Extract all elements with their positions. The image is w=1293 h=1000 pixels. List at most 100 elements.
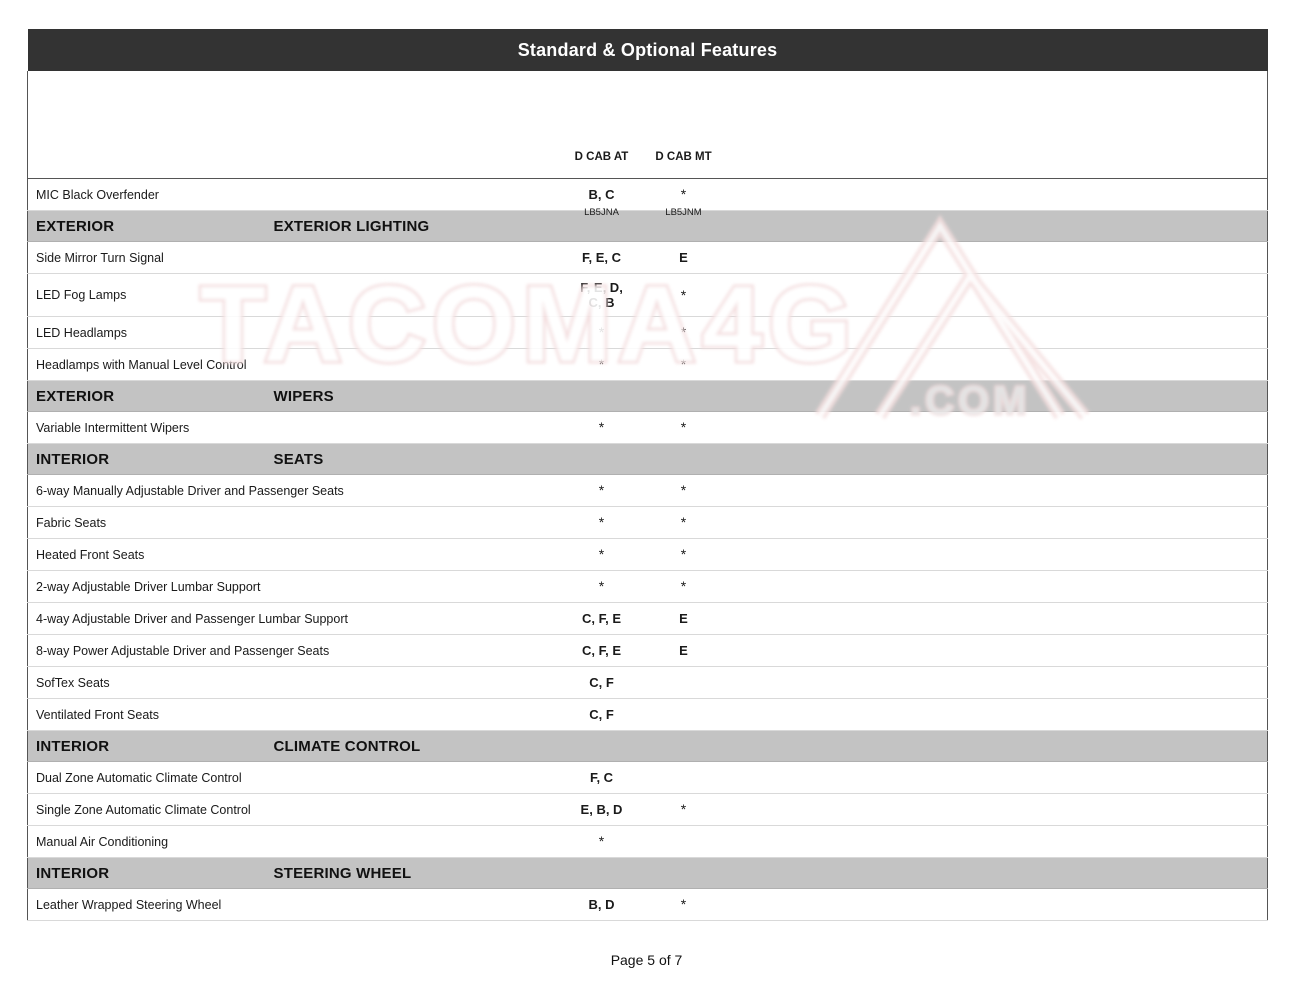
feature-name: Manual Air Conditioning	[27, 825, 562, 858]
feature-value-dcabmt	[641, 666, 726, 699]
feature-value-dcabmt: *	[641, 273, 726, 317]
feature-name: MIC Black Overfender	[27, 178, 562, 211]
feature-value-dcabat: C, F, E	[561, 602, 642, 635]
category-group-label: EXTERIOR	[27, 210, 266, 242]
category-subgroup-label: WIPERS	[265, 380, 1269, 412]
feature-row: 8-way Power Adjustable Driver and Passen…	[27, 634, 1269, 667]
feature-name: 2-way Adjustable Driver Lumbar Support	[27, 570, 562, 603]
feature-value-dcabmt: *	[641, 793, 726, 826]
feature-value-dcabat: B, D	[561, 888, 642, 921]
feature-name: LED Fog Lamps	[27, 273, 562, 317]
feature-value-dcabat: F, C	[561, 761, 642, 794]
feature-row: Ventilated Front Seats C, F	[27, 698, 1269, 731]
feature-row-trailing	[725, 316, 1269, 349]
feature-value-dcabmt	[641, 698, 726, 731]
feature-name: Side Mirror Turn Signal	[27, 241, 562, 274]
category-group-label: INTERIOR	[27, 730, 266, 762]
feature-value-dcabat: C, F	[561, 698, 642, 731]
feature-row-trailing	[725, 825, 1269, 858]
feature-name: Headlamps with Manual Level Control	[27, 348, 562, 381]
feature-name: Dual Zone Automatic Climate Control	[27, 761, 562, 794]
column-header-blank	[27, 71, 562, 179]
feature-row-trailing	[725, 178, 1269, 211]
feature-row-trailing	[725, 666, 1269, 699]
feature-row: LED Fog Lamps F, E, D, C, B *	[27, 273, 1269, 317]
feature-value-dcabat: F, E, C	[561, 241, 642, 274]
feature-row-trailing	[725, 761, 1269, 794]
feature-row-trailing	[725, 602, 1269, 635]
column-header-label: D CAB AT	[574, 151, 629, 163]
feature-row: 6-way Manually Adjustable Driver and Pas…	[27, 474, 1269, 507]
category-group-label: INTERIOR	[27, 443, 266, 475]
feature-row: LED Headlamps * *	[27, 316, 1269, 349]
category-subgroup-label: SEATS	[265, 443, 1269, 475]
feature-row-trailing	[725, 273, 1269, 317]
feature-value-dcabmt	[641, 825, 726, 858]
feature-row: 2-way Adjustable Driver Lumbar Support * *	[27, 570, 1269, 603]
feature-value-dcabmt: *	[641, 348, 726, 381]
feature-row-trailing	[725, 698, 1269, 731]
feature-name: Heated Front Seats	[27, 538, 562, 571]
category-group-label: EXTERIOR	[27, 380, 266, 412]
feature-row: Headlamps with Manual Level Control * *	[27, 348, 1269, 381]
document-title: Standard & Optional Features	[27, 29, 1268, 71]
feature-name: Ventilated Front Seats	[27, 698, 562, 731]
page-footer: Page 5 of 7	[610, 952, 683, 968]
feature-value-dcabat: *	[561, 825, 642, 858]
feature-name: 4-way Adjustable Driver and Passenger Lu…	[27, 602, 562, 635]
feature-value-dcabmt: E	[641, 241, 726, 274]
feature-name: Leather Wrapped Steering Wheel	[27, 888, 562, 921]
feature-value-dcabmt: *	[641, 888, 726, 921]
feature-row: Side Mirror Turn Signal F, E, CE	[27, 241, 1269, 274]
feature-row: Variable Intermittent Wipers * *	[27, 411, 1269, 444]
column-header-code: LB5JNM	[665, 207, 702, 218]
column-header-trailing	[725, 71, 1269, 179]
category-row: EXTERIOR WIPERS	[27, 380, 1269, 412]
features-table: Standard & Optional Features D CAB AT LB5J…	[27, 29, 1269, 921]
column-header-code: LB5JNA	[584, 207, 619, 218]
document-page: Standard & Optional Features D CAB AT LB5J…	[0, 0, 1293, 1000]
feature-name: Fabric Seats	[27, 506, 562, 539]
category-row: INTERIOR SEATS	[27, 443, 1269, 475]
feature-row-trailing	[725, 570, 1269, 603]
category-subgroup-label: STEERING WHEEL	[265, 857, 1269, 889]
column-header-dcabat: D CAB AT LB5JNA	[561, 71, 642, 218]
feature-value-dcabat: *	[561, 506, 642, 539]
feature-row-trailing	[725, 241, 1269, 274]
feature-row-trailing	[725, 348, 1269, 381]
feature-row: 4-way Adjustable Driver and Passenger Lu…	[27, 602, 1269, 635]
feature-value-dcabat: C, F, E	[561, 634, 642, 667]
feature-value-dcabmt: *	[641, 538, 726, 571]
feature-name: Variable Intermittent Wipers	[27, 411, 562, 444]
feature-value-dcabat: F, E, D, C, B	[561, 273, 642, 317]
feature-row: MIC Black Overfender B, C *	[27, 178, 1269, 211]
category-subgroup-label: EXTERIOR LIGHTING	[265, 210, 1269, 242]
feature-row: Manual Air Conditioning *	[27, 825, 1269, 858]
feature-value-dcabmt: *	[641, 474, 726, 507]
feature-value-dcabmt: *	[641, 411, 726, 444]
feature-row-trailing	[725, 888, 1269, 921]
feature-row-trailing	[725, 538, 1269, 571]
category-row: INTERIOR CLIMATE CONTROL	[27, 730, 1269, 762]
feature-value-dcabmt	[641, 761, 726, 794]
feature-row-trailing	[725, 634, 1269, 667]
title-bar-row: Standard & Optional Features	[27, 29, 1268, 71]
feature-value-dcabat: *	[561, 316, 642, 349]
column-header-label: D CAB MT	[655, 151, 712, 163]
feature-row: Single Zone Automatic Climate Control E, …	[27, 793, 1269, 826]
feature-name: LED Headlamps	[27, 316, 562, 349]
feature-value-dcabat: *	[561, 570, 642, 603]
column-header-row: D CAB AT LB5JNA D CAB MT LB5JNM	[27, 71, 1269, 218]
category-row: INTERIOR STEERING WHEEL	[27, 857, 1269, 889]
feature-row: Dual Zone Automatic Climate Control F, C	[27, 761, 1269, 794]
feature-row-trailing	[725, 411, 1269, 444]
feature-value-dcabat: C, F	[561, 666, 642, 699]
feature-value-dcabat: E, B, D	[561, 793, 642, 826]
feature-value-dcabmt: *	[641, 316, 726, 349]
feature-value-dcabmt: *	[641, 178, 726, 211]
feature-value-dcabat: *	[561, 538, 642, 571]
feature-name: SofTex Seats	[27, 666, 562, 699]
feature-row-trailing	[725, 474, 1269, 507]
feature-value-dcabmt: E	[641, 634, 726, 667]
feature-value-dcabmt: E	[641, 602, 726, 635]
